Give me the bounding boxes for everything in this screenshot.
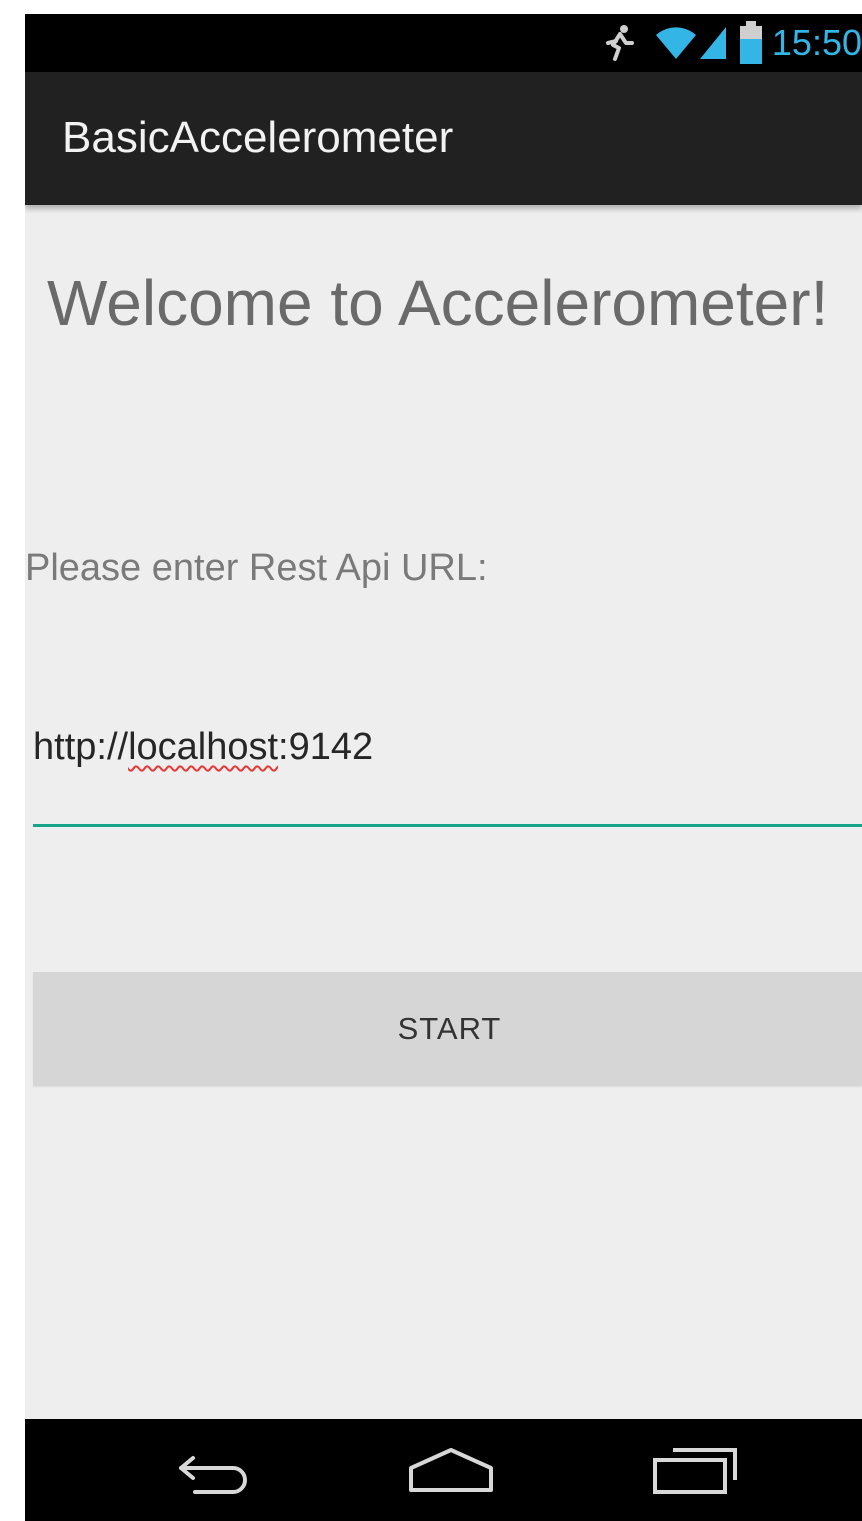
nav-recents-button[interactable] — [638, 1441, 748, 1501]
url-input-underline — [33, 824, 862, 827]
back-icon — [179, 1456, 247, 1494]
url-input[interactable]: http://localhost:9142 — [33, 726, 373, 769]
start-button-label: START — [397, 1011, 502, 1046]
nav-back-button[interactable] — [160, 1441, 270, 1501]
nav-home-button[interactable] — [396, 1441, 506, 1501]
home-icon — [409, 1448, 493, 1492]
wifi-icon — [655, 27, 696, 59]
navigation-bar — [25, 1419, 862, 1521]
url-input-misspelled-word: localhost — [128, 726, 279, 768]
action-bar: BasicAccelerometer — [25, 72, 862, 205]
welcome-heading: Welcome to Accelerometer! — [47, 267, 829, 339]
url-input-suffix: :9142 — [278, 726, 374, 768]
signal-icon — [699, 27, 726, 59]
battery-icon — [739, 21, 762, 64]
url-input-prefix: http:// — [33, 726, 129, 768]
url-prompt-label: Please enter Rest Api URL: — [25, 547, 488, 589]
status-time: 15:50 — [771, 22, 862, 63]
recents-icon — [653, 1448, 737, 1494]
start-button[interactable]: START — [33, 972, 862, 1086]
status-bar: 15:50 — [25, 14, 862, 72]
status-icons: 15:50 — [602, 14, 862, 72]
run-icon — [605, 25, 634, 61]
app-title: BasicAccelerometer — [62, 113, 454, 162]
app-screen: 15:50 BasicAccelerometer Welcome to Acce… — [25, 14, 862, 1521]
